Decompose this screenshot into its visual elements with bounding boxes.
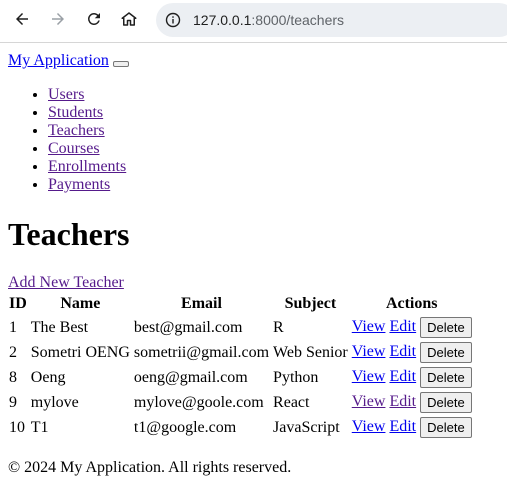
nav-item-users: Users xyxy=(48,86,499,104)
column-header-name: Name xyxy=(60,295,101,312)
navbar: My Application xyxy=(8,52,499,70)
home-button[interactable] xyxy=(118,8,140,30)
browser-toolbar: 127.0.0.1:8000/teachers xyxy=(0,0,507,43)
cell-actions: View Edit Delete xyxy=(351,341,473,364)
add-teacher-link[interactable]: Add New Teacher xyxy=(8,274,499,292)
edit-link[interactable]: Edit xyxy=(389,343,416,360)
arrow-left-icon xyxy=(16,13,28,25)
cell-name: mylove xyxy=(30,393,79,411)
cell-actions: View Edit Delete xyxy=(351,391,473,414)
column-header-actions: Actions xyxy=(385,295,438,312)
table-row: 9 mylove mylove@goole.com React View Edi… xyxy=(8,391,473,414)
cell-id: 1 xyxy=(9,318,17,336)
edit-link[interactable]: Edit xyxy=(389,368,416,385)
column-header-email: Email xyxy=(181,295,222,312)
cell-id: 8 xyxy=(9,368,17,386)
view-link[interactable]: View xyxy=(352,418,386,435)
arrow-right-icon xyxy=(52,13,64,25)
delete-button[interactable]: Delete xyxy=(420,392,472,413)
navbar-toggler-button[interactable] xyxy=(112,61,129,67)
brand-link[interactable]: My Application xyxy=(8,52,109,70)
nav-item-enrollments: Enrollments xyxy=(48,158,499,176)
table-row: 8 Oeng oeng@gmail.com Python View Edit D… xyxy=(8,366,473,389)
nav-link-students[interactable]: Students xyxy=(48,104,103,121)
page-content: My Application Users Students Teachers C… xyxy=(0,52,507,477)
cell-email: sometrii@gmail.com xyxy=(133,343,270,361)
address-bar[interactable]: 127.0.0.1:8000/teachers xyxy=(156,3,507,37)
url-host: 127.0.0.1 xyxy=(193,12,252,28)
footer-text: © 2024 My Application. All rights reserv… xyxy=(8,459,292,476)
cell-actions: View Edit Delete xyxy=(351,316,473,339)
delete-button[interactable]: Delete xyxy=(420,417,472,438)
edit-link[interactable]: Edit xyxy=(389,393,416,410)
nav-item-courses: Courses xyxy=(48,140,499,158)
cell-subject: JavaScript xyxy=(273,418,340,436)
url-path: :8000/teachers xyxy=(251,12,345,28)
cell-email: mylove@goole.com xyxy=(133,393,264,411)
table-row: 10 T1 t1@google.com JavaScript View Edit… xyxy=(8,416,473,439)
cell-name: The Best xyxy=(30,318,89,336)
cell-id: 10 xyxy=(9,418,25,436)
nav-link-enrollments[interactable]: Enrollments xyxy=(48,158,126,175)
nav-link-payments[interactable]: Payments xyxy=(48,176,110,193)
cell-subject: React xyxy=(273,393,310,411)
reload-button[interactable] xyxy=(83,8,105,30)
edit-link[interactable]: Edit xyxy=(389,418,416,435)
cell-subject: R xyxy=(273,318,284,336)
cell-email: best@gmail.com xyxy=(133,318,243,336)
table-row: 1 The Best best@gmail.com R View Edit De… xyxy=(8,316,473,339)
nav-link-users[interactable]: Users xyxy=(48,86,84,103)
delete-button[interactable]: Delete xyxy=(420,317,472,338)
delete-button[interactable]: Delete xyxy=(420,367,472,388)
table-row: 2 Sometri OENG sometrii@gmail.com Web Se… xyxy=(8,341,473,364)
cell-subject: Python xyxy=(273,368,319,386)
cell-email: t1@google.com xyxy=(133,418,237,436)
cell-actions: View Edit Delete xyxy=(351,366,473,389)
back-button[interactable] xyxy=(11,8,33,30)
column-header-subject: Subject xyxy=(284,295,337,312)
view-link[interactable]: View xyxy=(352,318,386,335)
cell-name: T1 xyxy=(30,418,49,436)
cell-id: 9 xyxy=(9,393,17,411)
reload-icon xyxy=(87,12,100,25)
forward-button[interactable] xyxy=(47,8,69,30)
cell-subject: Web Senior xyxy=(273,343,348,361)
nav-link-courses[interactable]: Courses xyxy=(48,140,100,157)
cell-email: oeng@gmail.com xyxy=(133,368,248,386)
view-link[interactable]: View xyxy=(352,393,386,410)
cell-actions: View Edit Delete xyxy=(351,416,473,439)
view-link[interactable]: View xyxy=(352,368,386,385)
url-text: 127.0.0.1:8000/teachers xyxy=(193,12,344,28)
nav-item-students: Students xyxy=(48,104,499,122)
site-info-icon[interactable] xyxy=(165,12,181,28)
cell-name: Oeng xyxy=(30,368,66,386)
table-header-row: ID Name Email Subject Actions xyxy=(8,294,473,314)
nav-item-teachers: Teachers xyxy=(48,122,499,140)
cell-name: Sometri OENG xyxy=(30,343,130,361)
nav-item-payments: Payments xyxy=(48,176,499,194)
nav-list: Users Students Teachers Courses Enrollme… xyxy=(8,86,499,194)
cell-id: 2 xyxy=(9,343,17,361)
column-header-id: ID xyxy=(9,295,27,312)
edit-link[interactable]: Edit xyxy=(389,318,416,335)
home-icon xyxy=(121,12,137,26)
page-title: Teachers xyxy=(8,216,130,252)
delete-button[interactable]: Delete xyxy=(420,342,472,363)
teachers-table: ID Name Email Subject Actions 1 The Best… xyxy=(6,292,475,441)
nav-link-teachers[interactable]: Teachers xyxy=(48,122,105,139)
view-link[interactable]: View xyxy=(352,343,386,360)
